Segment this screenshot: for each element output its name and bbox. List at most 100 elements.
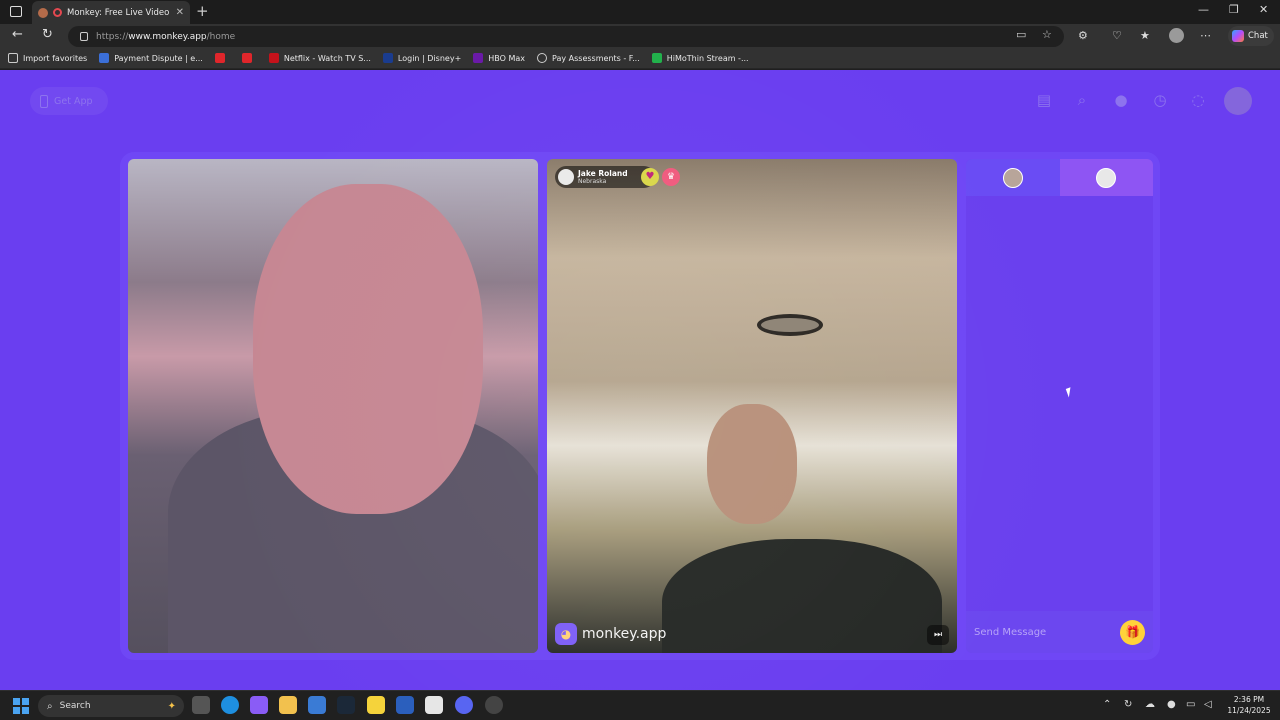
remote-user-avatar: [558, 169, 574, 185]
profile-avatar[interactable]: [1169, 28, 1184, 43]
clock-date: 11/24/2025: [1227, 706, 1271, 715]
chat-participant-tabs: [966, 159, 1153, 196]
show-hidden-icons[interactable]: ⌃: [1103, 699, 1111, 710]
monkey-app-page: Get App ▤ ⌕ ● ◷ ◌ Jake Roland Nebraska ♥…: [0, 70, 1280, 690]
favorite-item[interactable]: Pay Assessments - F...: [537, 53, 640, 63]
onedrive-icon[interactable]: ☁: [1145, 699, 1155, 710]
browser-tab[interactable]: Monkey: Free Live Video Ch... ✕: [32, 1, 190, 24]
favorite-item[interactable]: HiMoThin Stream -...: [651, 53, 749, 63]
favorite-item[interactable]: Login | Disney+: [382, 53, 461, 63]
friends-icon[interactable]: ●: [1112, 91, 1130, 109]
address-bar[interactable]: https://www.monkey.app/home: [68, 26, 1064, 47]
skip-next-icon[interactable]: ⏭: [927, 625, 949, 645]
favorite-item[interactable]: [241, 53, 257, 63]
cab-light: [757, 314, 823, 336]
start-button[interactable]: [13, 698, 29, 714]
taskbar-search-label: Search: [59, 701, 91, 711]
netflix-icon: [268, 53, 279, 63]
shop-icon[interactable]: ▤: [1035, 91, 1053, 109]
copilot-icon: [1232, 30, 1244, 42]
copilot-chat-button[interactable]: Chat: [1228, 26, 1274, 46]
favorites-list-icon[interactable]: ★: [1140, 29, 1150, 42]
reaction-icon[interactable]: ♛: [662, 168, 680, 186]
discord-icon[interactable]: [455, 696, 473, 714]
gift-icon[interactable]: 🎁: [1120, 620, 1145, 645]
participant-avatar: [1002, 167, 1023, 188]
hbo-icon: [473, 53, 484, 63]
get-app-label: Get App: [54, 95, 93, 107]
user-avatar[interactable]: [1224, 87, 1252, 115]
lock-icon: [80, 32, 88, 41]
bookmark-icon: [99, 53, 110, 63]
kick-icon: [651, 53, 662, 63]
remote-user-info[interactable]: Jake Roland Nebraska ♥: [555, 166, 659, 188]
extensions-icon[interactable]: ⚙: [1078, 29, 1088, 42]
tab-local-user[interactable]: [1059, 159, 1153, 196]
message-input[interactable]: [974, 626, 1114, 638]
close-tab-icon[interactable]: ✕: [176, 7, 184, 18]
monkey-watermark: ◕ monkey.app: [555, 623, 666, 645]
get-app-button[interactable]: Get App: [30, 87, 108, 115]
url-text: https://www.monkey.app/home: [96, 31, 236, 42]
remote-user-location: Nebraska: [578, 177, 607, 185]
heart-icon[interactable]: ♥: [641, 168, 659, 186]
favorite-item[interactable]: Import favorites: [8, 53, 87, 63]
favorite-star-icon[interactable]: ☆: [1042, 28, 1052, 41]
volume-icon[interactable]: ◁: [1204, 699, 1212, 710]
local-person-face: [253, 184, 483, 514]
snipping-tool-icon[interactable]: [425, 696, 443, 714]
message-composer: 🎁: [966, 611, 1153, 653]
sidebar-toggle-icon[interactable]: [10, 6, 22, 17]
new-tab-button[interactable]: +: [196, 2, 209, 20]
tab-remote-user[interactable]: [966, 159, 1060, 196]
tab-title: Monkey: Free Live Video Ch...: [67, 7, 171, 18]
copilot-spark-icon: ✦: [167, 700, 176, 712]
restore-icon[interactable]: ❐: [1229, 3, 1239, 16]
chat-panel: 🎁: [966, 159, 1153, 653]
more-menu-icon[interactable]: ⋯: [1200, 29, 1211, 42]
clock-time: 2:36 PM: [1233, 695, 1265, 704]
favorite-item[interactable]: [214, 53, 230, 63]
disney-icon: [382, 53, 393, 63]
local-video-feed: [128, 159, 538, 653]
history-icon[interactable]: ◷: [1151, 91, 1169, 109]
camera-icon[interactable]: ▭: [1016, 28, 1026, 41]
microphone-icon[interactable]: ●: [1167, 699, 1176, 710]
remote-user-name: Jake Roland: [578, 168, 628, 178]
file-explorer-icon[interactable]: [279, 696, 297, 714]
edge-icon[interactable]: [221, 696, 239, 714]
refresh-icon[interactable]: ↻: [42, 27, 53, 42]
sync-icon[interactable]: ↻: [1124, 699, 1132, 710]
sticky-notes-icon[interactable]: [367, 696, 385, 714]
remote-person-face: [707, 404, 797, 524]
address-bar-row: ← ↻ https://www.monkey.app/home ▭ ☆ ⚙ ♡ …: [0, 24, 1280, 48]
taskbar-search[interactable]: ⌕ Search ✦: [38, 695, 184, 717]
chat-label: Chat: [1248, 31, 1268, 41]
phone-icon: [40, 94, 48, 108]
steam-icon[interactable]: [337, 696, 355, 714]
search-icon[interactable]: ⌕: [1073, 91, 1091, 109]
network-icon[interactable]: ▭: [1186, 699, 1195, 710]
globe-icon: [537, 53, 548, 63]
close-window-icon[interactable]: ✕: [1259, 3, 1268, 16]
store-icon[interactable]: [308, 696, 326, 714]
windows-taskbar: ⌕ Search ✦ ⌃ ↻ ☁ ● ▭ ◁ 2:36 PM 11/24/202…: [0, 690, 1280, 720]
word-icon[interactable]: [396, 696, 414, 714]
favorites-bar: Import favorites Payment Dispute | e... …: [0, 48, 1280, 69]
search-icon: ⌕: [47, 700, 53, 712]
monkey-logo-icon: ◕: [555, 623, 577, 645]
messages-icon[interactable]: ◌: [1189, 91, 1207, 109]
task-view-icon[interactable]: [192, 696, 210, 714]
import-icon: [8, 53, 18, 63]
app-icon[interactable]: [485, 696, 503, 714]
monkey-favicon-icon: [38, 7, 48, 18]
back-icon[interactable]: ←: [12, 27, 23, 42]
minimize-icon[interactable]: —: [1198, 3, 1209, 16]
browser-essentials-icon[interactable]: ♡: [1112, 29, 1122, 42]
copilot-app-icon[interactable]: [250, 696, 268, 714]
taskbar-clock[interactable]: 2:36 PM 11/24/2025: [1224, 694, 1274, 716]
favorite-item[interactable]: Netflix - Watch TV S...: [268, 53, 371, 63]
video-chat-area: Jake Roland Nebraska ♥ ♛ ◕ monkey.app ⏭ …: [120, 152, 1160, 660]
favorite-item[interactable]: HBO Max: [473, 53, 525, 63]
favorite-item[interactable]: Payment Dispute | e...: [99, 53, 203, 63]
